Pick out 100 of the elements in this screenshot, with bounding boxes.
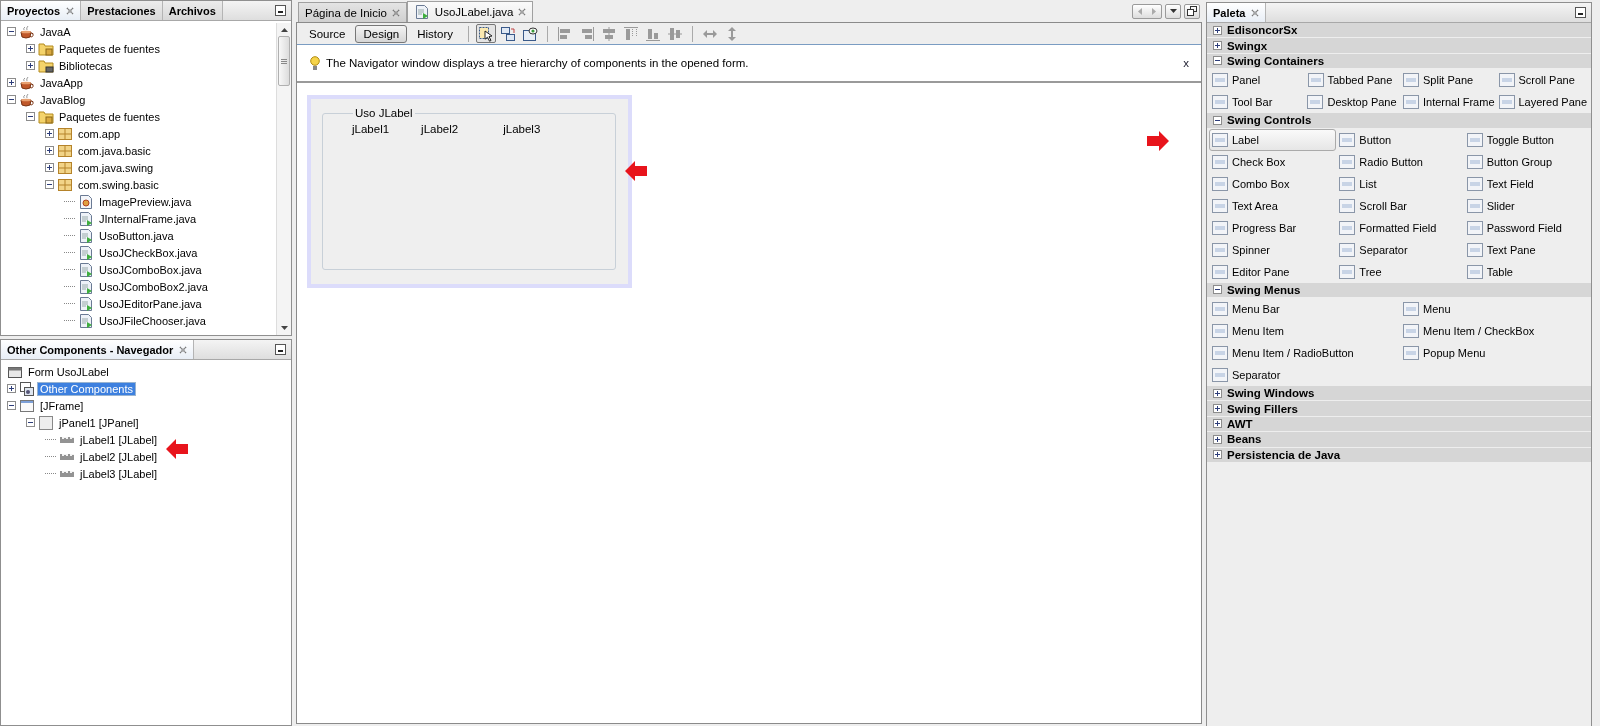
panel-tab[interactable]: Archivos bbox=[162, 1, 223, 20]
expand-toggle[interactable] bbox=[1213, 450, 1222, 460]
palette-item[interactable]: List bbox=[1336, 172, 1464, 195]
palette-item[interactable]: Separator bbox=[1209, 363, 1400, 386]
tree-node[interactable]: Form UsoJLabel bbox=[26, 365, 111, 378]
palette-item[interactable]: Split Pane bbox=[1400, 69, 1496, 92]
palette-item[interactable]: Table bbox=[1463, 260, 1591, 283]
collapse-toggle[interactable] bbox=[26, 112, 35, 121]
close-icon[interactable] bbox=[1251, 8, 1260, 17]
tree-node[interactable]: jLabel1 [JLabel] bbox=[78, 433, 160, 446]
panel-tab[interactable]: Proyectos bbox=[1, 1, 82, 20]
expand-toggle[interactable] bbox=[1213, 41, 1222, 51]
palette-item[interactable]: Menu Item bbox=[1209, 319, 1400, 342]
expand-toggle[interactable] bbox=[45, 163, 54, 172]
tree-node[interactable]: [JFrame] bbox=[38, 399, 86, 412]
panel-tab[interactable]: Paleta bbox=[1207, 3, 1267, 22]
palette-item[interactable]: Editor Pane bbox=[1209, 260, 1337, 283]
collapse-toggle[interactable] bbox=[1213, 56, 1222, 66]
palette-item[interactable]: Text Field bbox=[1463, 172, 1591, 195]
tree-node[interactable]: com.java.swing bbox=[76, 161, 156, 174]
close-button[interactable]: x bbox=[1181, 57, 1191, 69]
expand-toggle[interactable] bbox=[45, 129, 54, 138]
tree-node[interactable]: UsoJComboBox.java bbox=[97, 263, 204, 276]
expand-toggle[interactable] bbox=[7, 78, 16, 87]
palette-item[interactable]: Spinner bbox=[1209, 238, 1337, 261]
tree-node[interactable]: jLabel2 [JLabel] bbox=[78, 450, 160, 463]
palette-item[interactable]: Menu Item / CheckBox bbox=[1400, 319, 1591, 342]
palette-category[interactable]: Swing Windows bbox=[1207, 385, 1591, 402]
close-icon[interactable] bbox=[518, 8, 527, 16]
expand-toggle[interactable] bbox=[26, 61, 35, 70]
editor-tab[interactable]: UsoJLabel.java bbox=[406, 1, 534, 22]
expand-toggle[interactable] bbox=[1213, 419, 1222, 429]
collapse-toggle[interactable] bbox=[7, 95, 16, 104]
palette-item[interactable]: Separator bbox=[1336, 238, 1464, 261]
minimize-button[interactable] bbox=[275, 5, 286, 16]
tree-node[interactable]: ImagePreview.java bbox=[97, 195, 194, 208]
palette-item[interactable]: Formatted Field bbox=[1336, 216, 1464, 239]
collapse-toggle[interactable] bbox=[7, 401, 16, 410]
palette-item[interactable]: Menu Item / RadioButton bbox=[1209, 341, 1400, 364]
palette-item[interactable]: Text Area bbox=[1209, 194, 1337, 217]
view-button[interactable]: Design bbox=[355, 24, 408, 43]
tree-node[interactable]: com.java.basic bbox=[76, 144, 153, 157]
palette-item[interactable]: Text Pane bbox=[1463, 238, 1591, 261]
tree-node[interactable]: com.app bbox=[76, 127, 123, 140]
expand-toggle[interactable] bbox=[1213, 388, 1222, 398]
palette-item[interactable]: Internal Frame bbox=[1399, 91, 1496, 114]
palette-item[interactable]: Combo Box bbox=[1209, 172, 1337, 195]
titled-panel[interactable]: Uso JLabel jLabel1 jLabel2 jLabel3 bbox=[322, 107, 616, 270]
tree-node[interactable]: JInternalFrame.java bbox=[97, 212, 199, 225]
palette-item[interactable]: Menu bbox=[1400, 297, 1591, 320]
palette-item[interactable]: Password Field bbox=[1463, 216, 1591, 239]
editor-tab[interactable]: Página de Inicio bbox=[298, 2, 407, 22]
collapse-toggle[interactable] bbox=[26, 418, 35, 427]
close-icon[interactable] bbox=[66, 6, 75, 15]
collapse-toggle[interactable] bbox=[1213, 285, 1222, 295]
palette-item[interactable]: Scroll Pane bbox=[1495, 69, 1591, 92]
palette-category[interactable]: EdisoncorSx bbox=[1207, 23, 1591, 39]
tree-node[interactable]: UsoJComboBox2.java bbox=[97, 280, 210, 293]
tree-node[interactable]: jPanel1 [JPanel] bbox=[57, 416, 141, 429]
palette-item[interactable]: Popup Menu bbox=[1400, 341, 1591, 364]
minimize-button[interactable] bbox=[1575, 7, 1586, 18]
palette-item[interactable]: Button Group bbox=[1463, 150, 1591, 173]
close-icon[interactable] bbox=[391, 8, 400, 17]
minimize-button[interactable] bbox=[275, 344, 286, 355]
palette-item[interactable]: Tabbed Pane bbox=[1304, 69, 1400, 92]
expand-toggle[interactable] bbox=[7, 384, 16, 393]
palette-item[interactable]: Tool Bar bbox=[1209, 91, 1305, 114]
tree-node[interactable]: jLabel3 [JLabel] bbox=[78, 467, 160, 480]
expand-toggle[interactable] bbox=[1213, 404, 1222, 414]
palette-item[interactable]: Panel bbox=[1209, 69, 1305, 92]
palette-item[interactable]: Scroll Bar bbox=[1336, 194, 1464, 217]
scrollbar[interactable] bbox=[276, 23, 291, 335]
close-icon[interactable] bbox=[179, 345, 188, 354]
palette-item[interactable]: Check Box bbox=[1209, 150, 1337, 173]
restore-button[interactable] bbox=[1184, 3, 1200, 19]
palette-item[interactable]: Layered Pane bbox=[1495, 91, 1591, 114]
expand-toggle[interactable] bbox=[1213, 434, 1222, 444]
tree-node[interactable]: UsoJFileChooser.java bbox=[97, 314, 208, 327]
tree-node[interactable]: JavaBlog bbox=[38, 93, 88, 106]
view-button[interactable]: Source bbox=[301, 24, 354, 43]
expand-toggle[interactable] bbox=[1213, 25, 1222, 35]
tree-node[interactable]: JavaA bbox=[38, 25, 73, 38]
expand-toggle[interactable] bbox=[45, 146, 54, 155]
tree-node[interactable]: Other Components bbox=[38, 382, 135, 395]
tree-node[interactable]: UsoButton.java bbox=[97, 229, 176, 242]
tree-node[interactable]: UsoJEditorPane.java bbox=[97, 297, 204, 310]
palette-item[interactable]: Slider bbox=[1463, 194, 1591, 217]
palette-item[interactable]: Tree bbox=[1336, 260, 1464, 283]
tool-button[interactable] bbox=[520, 24, 541, 43]
tree-node[interactable]: Paquetes de fuentes bbox=[57, 42, 162, 55]
palette-item[interactable]: Toggle Button bbox=[1463, 128, 1591, 151]
palette-item[interactable]: Button bbox=[1336, 128, 1464, 151]
palette-category[interactable]: Beans bbox=[1207, 432, 1591, 448]
tree-node[interactable]: UsoJCheckBox.java bbox=[97, 246, 200, 259]
tree-node[interactable]: com.swing.basic bbox=[76, 178, 161, 191]
collapse-toggle[interactable] bbox=[7, 27, 16, 36]
palette-item[interactable]: Menu Bar bbox=[1209, 297, 1400, 320]
view-button[interactable]: History bbox=[409, 24, 462, 43]
palette-category[interactable]: Swing Controls bbox=[1207, 113, 1591, 129]
palette-item[interactable]: Radio Button bbox=[1336, 150, 1464, 173]
